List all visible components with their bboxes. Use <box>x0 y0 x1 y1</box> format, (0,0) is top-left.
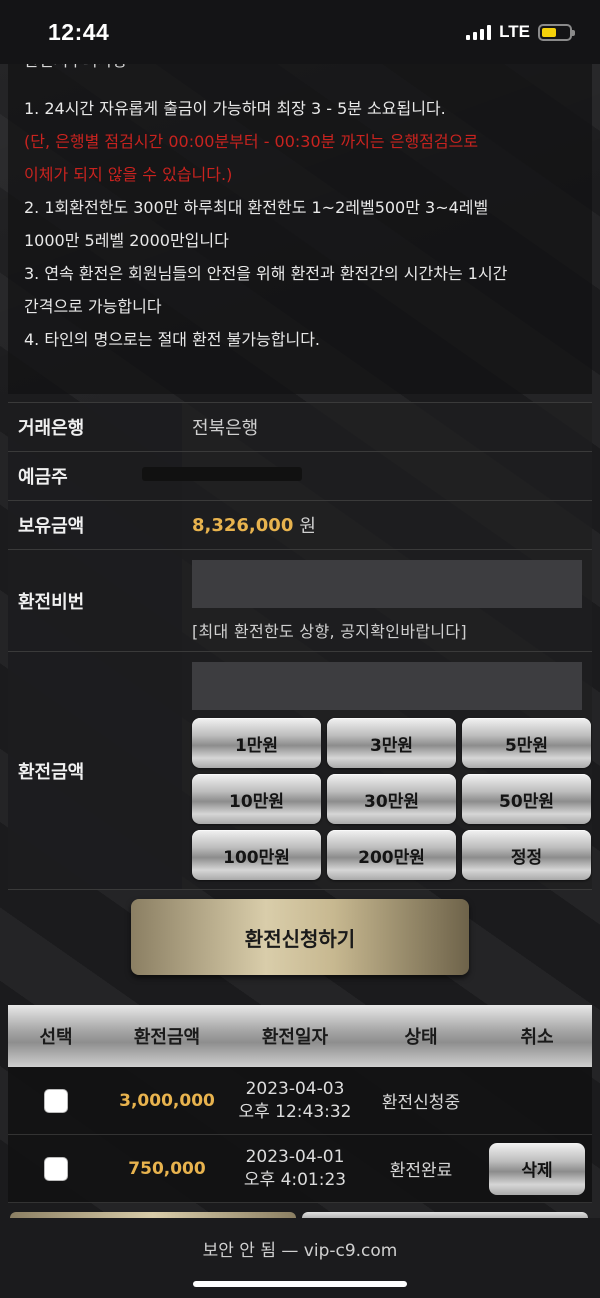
row-date: 2023-04-01 <box>245 1146 345 1167</box>
amount-button-grid: 1만원 3만원 5만원 10만원 30만원 50만원 100만원 200만원 정… <box>192 718 591 880</box>
notice-title: 환전시주의사항 <box>24 64 127 77</box>
notice-line: 1. 24시간 자유롭게 출금이 가능하며 최장 3 - 5분 소요됩니다. <box>24 99 446 118</box>
amount-button-2m[interactable]: 200만원 <box>327 830 456 880</box>
row-amount: 3,000,000 <box>119 1090 215 1111</box>
amount-label: 환전금액 <box>8 652 182 889</box>
notice-line: 2. 1회환전한도 300만 하루최대 환전한도 1~2레벨500만 3~4레벨 <box>24 198 489 217</box>
table-row: 3,000,000 2023-04-03 오후 12:43:32 환전신청중 <box>8 1067 592 1135</box>
password-hint: [최대 환전한도 상향, 공지확인바랍니다] <box>192 622 467 641</box>
history-header: 선택 환전금액 환전일자 상태 취소 <box>8 1005 592 1067</box>
amount-button-30k[interactable]: 3만원 <box>327 718 456 768</box>
amount-button-100k[interactable]: 10만원 <box>192 774 321 824</box>
row-time: 오후 4:01:23 <box>243 1169 347 1190</box>
notice-line: 4. 타인의 명으로는 절대 환전 불가능합니다. <box>24 330 321 349</box>
delete-button[interactable]: 삭제 <box>489 1142 585 1195</box>
status-bar: 12:44 LTE <box>0 0 600 64</box>
header-amount: 환전금액 <box>133 1027 201 1048</box>
network-type: LTE <box>499 22 530 41</box>
balance-unit: 원 <box>299 516 316 537</box>
amount-button-300k[interactable]: 30만원 <box>327 774 456 824</box>
notice-line: 간격으로 가능합니다 <box>24 297 162 316</box>
balance-label: 보유금액 <box>8 501 182 549</box>
url-text[interactable]: 보안 안 됨 — vip-c9.com <box>203 1236 398 1261</box>
amount-button-10k[interactable]: 1만원 <box>192 718 321 768</box>
holder-row: 예금주 <box>8 452 592 501</box>
amount-reset-button[interactable]: 정정 <box>462 830 591 880</box>
bank-value: 전북은행 <box>182 403 592 451</box>
withdraw-form: 거래은행 전북은행 예금주 보유금액 8,326,000 원 환전비번 [최대 … <box>8 402 592 890</box>
row-checkbox[interactable] <box>44 1088 68 1113</box>
withdraw-notice: 환전시주의사항 1. 24시간 자유롭게 출금이 가능하며 최장 3 - 5분 … <box>8 64 592 394</box>
table-row: 750,000 2023-04-01 오후 4:01:23 환전완료 삭제 <box>8 1135 592 1203</box>
home-indicator[interactable] <box>193 1281 407 1287</box>
amount-button-1m[interactable]: 100만원 <box>192 830 321 880</box>
notice-line-warning: 이체가 되지 않을 수 있습니다.) <box>24 165 233 184</box>
header-date: 환전일자 <box>261 1027 329 1048</box>
bank-label: 거래은행 <box>8 403 182 451</box>
row-amount: 750,000 <box>128 1158 206 1179</box>
submit-withdraw-button[interactable]: 환전신청하기 <box>131 899 469 975</box>
header-cancel: 취소 <box>520 1027 554 1048</box>
notice-line-warning: (단, 은행별 점검시간 00:00분부터 - 00:30분 까지는 은행점검으… <box>24 132 479 151</box>
battery-icon <box>538 23 575 41</box>
amount-button-50k[interactable]: 5만원 <box>462 718 591 768</box>
balance-amount: 8,326,000 <box>192 514 294 536</box>
header-select: 선택 <box>39 1027 73 1048</box>
row-status: 환전완료 <box>389 1161 453 1181</box>
row-status: 환전신청중 <box>381 1093 461 1113</box>
signal-icon <box>466 24 492 40</box>
amount-row: 환전금액 1만원 3만원 5만원 10만원 30만원 50만원 100만원 20… <box>8 652 592 890</box>
password-input[interactable] <box>192 560 582 608</box>
browser-address-bar[interactable]: 보안 안 됨 — vip-c9.com <box>0 1218 600 1298</box>
amount-input[interactable] <box>192 662 582 710</box>
password-label: 환전비번 <box>8 550 182 651</box>
redacted-holder-name <box>142 467 302 481</box>
row-cancel-cell <box>482 1067 592 1134</box>
notice-line: 1000만 5레벨 2000만입니다 <box>24 231 229 250</box>
row-checkbox[interactable] <box>44 1156 68 1181</box>
balance-row: 보유금액 8,326,000 원 <box>8 501 592 550</box>
bank-row: 거래은행 전북은행 <box>8 403 592 452</box>
withdraw-history-table: 선택 환전금액 환전일자 상태 취소 3,000,000 2023-04-03 … <box>8 1005 592 1203</box>
password-row: 환전비번 [최대 환전한도 상향, 공지확인바랍니다] <box>8 550 592 652</box>
header-status: 상태 <box>404 1027 438 1048</box>
notice-line: 3. 연속 환전은 회원님들의 안전을 위해 환전과 환전간의 시간차는 1시간 <box>24 264 508 283</box>
row-time: 오후 12:43:32 <box>238 1101 352 1122</box>
row-date: 2023-04-03 <box>245 1078 345 1099</box>
status-time: 12:44 <box>48 18 110 45</box>
amount-button-500k[interactable]: 50만원 <box>462 774 591 824</box>
